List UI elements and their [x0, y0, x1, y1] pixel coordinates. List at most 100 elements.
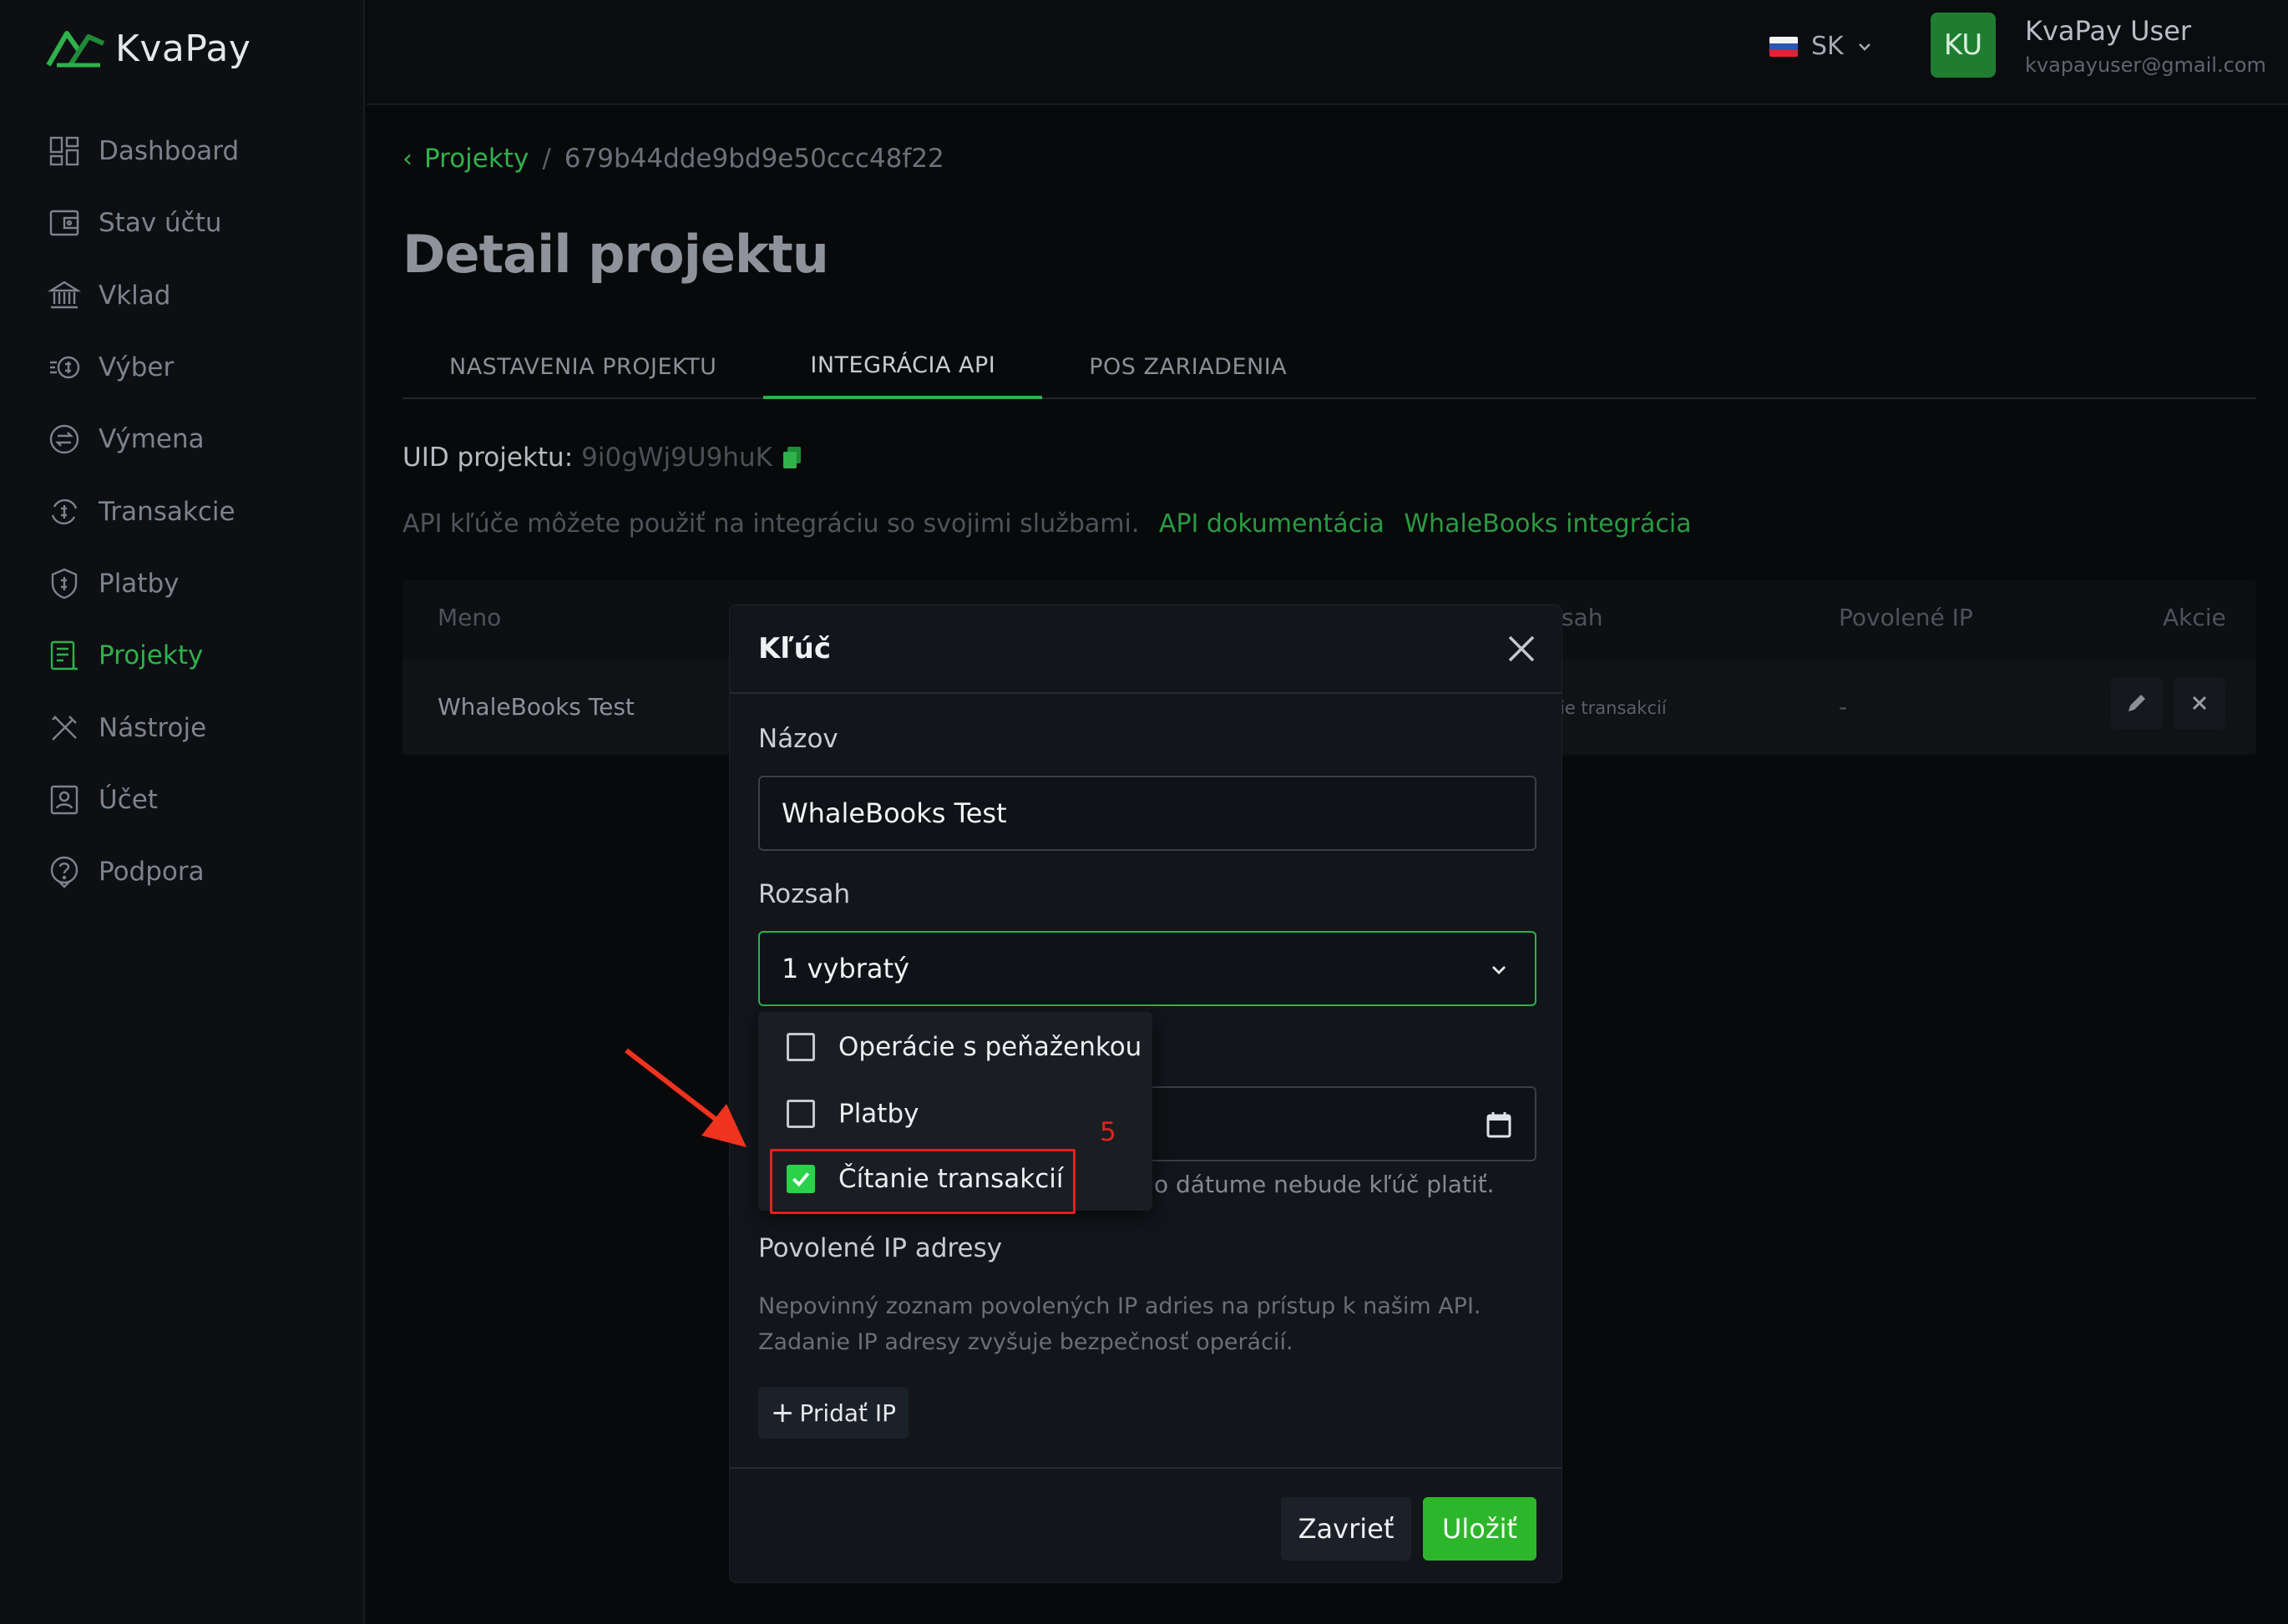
ip-help-line-2: Zadanie IP adresy zvyšuje bezpečnosť ope…: [758, 1329, 1293, 1355]
option-label: Platby: [838, 1099, 919, 1129]
api-note-text: API kľúče môžete použiť na integráciu so…: [402, 509, 1140, 539]
scope-label: Rozsah: [758, 879, 851, 909]
sidebar-nav: Dashboard Stav účtu Vklad Výber Výmena T…: [47, 115, 239, 908]
column-header-povolene-ip: Povolené IP: [1839, 604, 1973, 631]
sidebar-item-label: Nástroje: [99, 712, 207, 743]
topbar: SK KU KvaPay User kvapayuser@gmail.com: [367, 0, 2288, 105]
dashboard-icon: [47, 134, 82, 169]
sidebar-item-ucet[interactable]: Účet: [47, 764, 239, 836]
pencil-icon: [2129, 695, 2145, 711]
sidebar-item-vyber[interactable]: Výber: [47, 331, 239, 403]
delete-button[interactable]: [2174, 677, 2225, 729]
account-icon: [47, 782, 82, 817]
sidebar-item-projekty[interactable]: Projekty: [47, 620, 239, 691]
user-email: kvapayuser@gmail.com: [2025, 53, 2266, 77]
chevron-down-icon: [1492, 966, 1506, 974]
sidebar-item-stav-uctu[interactable]: Stav účtu: [47, 187, 239, 259]
uid-label: UID projektu:: [402, 443, 574, 473]
annotation-arrow-icon: [625, 1048, 747, 1147]
wallet-icon: [47, 205, 82, 240]
tools-icon: [47, 711, 82, 746]
column-header-akcie: Akcie: [2163, 604, 2226, 631]
shield-dollar-icon: [47, 566, 82, 601]
sidebar-item-label: Vklad: [99, 280, 171, 311]
sidebar-item-label: Výber: [99, 352, 175, 383]
row-ips: -: [1839, 693, 1848, 721]
sidebar-item-label: Projekty: [99, 640, 204, 671]
sidebar-item-label: Platby: [99, 568, 180, 599]
transactions-icon: [47, 494, 82, 529]
add-ip-label: Pridať IP: [799, 1399, 897, 1427]
close-button[interactable]: Zavrieť: [1281, 1497, 1411, 1561]
chevron-down-icon: [1858, 43, 1870, 51]
tab-nastavenia-projektu[interactable]: NASTAVENIA PROJEKTU: [402, 334, 763, 399]
user-name: KvaPay User: [2025, 15, 2192, 47]
checkbox[interactable]: [787, 1033, 815, 1061]
calendar-icon[interactable]: [1485, 1110, 1513, 1140]
ip-help-line-1: Nepovinný zoznam povolených IP adries na…: [758, 1293, 1481, 1319]
ip-help: Nepovinný zoznam povolených IP adries na…: [758, 1288, 1481, 1360]
breadcrumb-separator: /: [542, 144, 551, 174]
column-header-meno: Meno: [438, 604, 502, 631]
logo-text: KvaPay: [115, 27, 251, 70]
name-input[interactable]: WhaleBooks Test: [758, 776, 1536, 851]
chevron-left-icon[interactable]: ‹: [402, 144, 413, 174]
whalebooks-integration-link[interactable]: WhaleBooks integrácia: [1404, 509, 1691, 539]
uid-value: 9i0gWj9U9huK: [581, 443, 772, 473]
kvapay-logo[interactable]: KvaPay: [45, 25, 251, 72]
scope-select-value: 1 vybratý: [782, 953, 909, 984]
bank-icon: [47, 278, 82, 313]
save-button[interactable]: Uložiť: [1423, 1497, 1536, 1561]
name-input-value: WhaleBooks Test: [782, 797, 1007, 829]
sidebar-item-label: Dashboard: [99, 136, 240, 167]
help-icon: [47, 854, 82, 889]
name-label: Názov: [758, 724, 838, 754]
scope-option-wallet-operations[interactable]: Operácie s peňaženkou: [758, 1014, 1152, 1080]
expiry-hint: o dátume nebude kľúč platiť.: [1154, 1171, 1495, 1198]
sidebar-item-label: Podpora: [99, 857, 205, 888]
withdraw-icon: [47, 350, 82, 385]
sidebar-item-label: Účet: [99, 784, 158, 815]
scope-option-payments[interactable]: Platby: [758, 1080, 1152, 1147]
project-uid: UID projektu: 9i0gWj9U9huK: [402, 443, 804, 473]
sidebar-item-nastroje[interactable]: Nástroje: [47, 691, 239, 763]
breadcrumb-current: 679b44dde9bd9e50ccc48f22: [564, 144, 944, 174]
page-title: Detail projektu: [402, 224, 829, 285]
close-icon: [2192, 696, 2207, 711]
plus-icon: +: [770, 1396, 795, 1429]
edit-button[interactable]: [2111, 677, 2163, 729]
avatar[interactable]: KU: [1931, 13, 1996, 78]
close-icon[interactable]: [1503, 630, 1540, 667]
modal-header: Kľúč: [730, 605, 1562, 694]
copy-icon[interactable]: [781, 445, 804, 470]
sidebar-item-transakcie[interactable]: Transakcie: [47, 475, 239, 547]
breadcrumb-projekty-link[interactable]: Projekty: [424, 144, 529, 174]
checkbox[interactable]: [787, 1100, 815, 1128]
add-ip-button[interactable]: + Pridať IP: [758, 1387, 909, 1439]
language-selector[interactable]: SK: [1769, 32, 1874, 61]
slovak-flag-icon: [1769, 36, 1798, 57]
tab-integracia-api[interactable]: INTEGRÁCIA API: [763, 334, 1043, 399]
sidebar-item-label: Stav účtu: [99, 208, 222, 239]
sidebar-item-label: Transakcie: [99, 496, 235, 527]
sidebar-item-platby[interactable]: Platby: [47, 548, 239, 620]
sidebar-item-podpora[interactable]: Podpora: [47, 836, 239, 908]
modal-footer: Zavrieť Uložiť: [730, 1467, 1562, 1584]
modal-title: Kľúč: [758, 632, 832, 665]
api-documentation-link[interactable]: API dokumentácia: [1159, 509, 1384, 539]
api-note: API kľúče môžete použiť na integráciu so…: [402, 509, 1692, 539]
column-header-rozsah: sah: [1562, 604, 1603, 631]
document-icon: [47, 638, 82, 673]
sidebar-item-dashboard[interactable]: Dashboard: [47, 115, 239, 187]
sidebar-item-vklad[interactable]: Vklad: [47, 260, 239, 331]
tabs: NASTAVENIA PROJEKTU INTEGRÁCIA API POS Z…: [402, 334, 2256, 399]
annotation-highlight-box: [770, 1149, 1076, 1214]
annotation-step-number: 5: [1100, 1117, 1116, 1147]
sidebar-item-label: Výmena: [99, 424, 205, 455]
breadcrumb: ‹ Projekty / 679b44dde9bd9e50ccc48f22: [402, 144, 944, 174]
scope-select[interactable]: 1 vybratý: [758, 931, 1536, 1006]
sidebar: KvaPay Dashboard Stav účtu Vklad Výber V…: [0, 0, 365, 1624]
tab-pos-zariadenia[interactable]: POS ZARIADENIA: [1042, 334, 1334, 399]
row-scope: ie transakcií: [1560, 698, 1667, 718]
sidebar-item-vymena[interactable]: Výmena: [47, 403, 239, 475]
